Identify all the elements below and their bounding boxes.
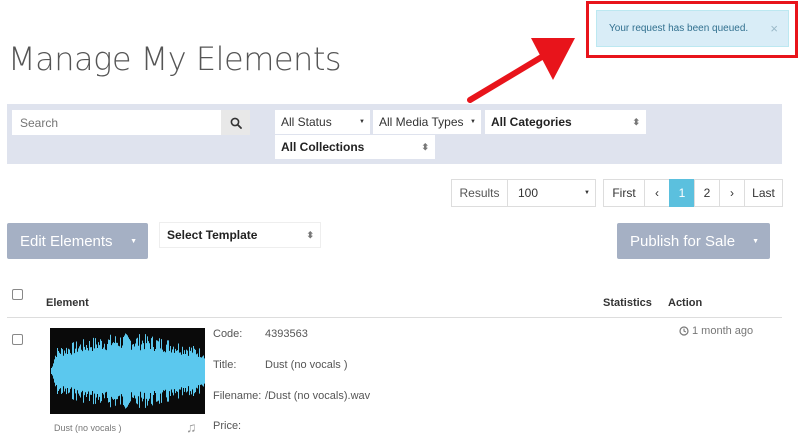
chevron-updown-icon: ⬍ bbox=[632, 116, 640, 127]
results-label: Results bbox=[452, 180, 508, 206]
filter-bar: All Status ▼ All Media Types ▼ All Categ… bbox=[7, 104, 782, 164]
edit-elements-button[interactable]: Edit Elements ▼ bbox=[7, 223, 148, 259]
timestamp-text: 1 month ago bbox=[692, 325, 754, 337]
edit-elements-label: Edit Elements bbox=[20, 232, 113, 250]
search-input[interactable] bbox=[12, 110, 222, 135]
chevron-updown-icon: ⬍ bbox=[421, 141, 429, 152]
search-icon bbox=[230, 117, 242, 129]
caret-down-icon: ▼ bbox=[584, 190, 590, 196]
results-select[interactable]: 100 ▼ bbox=[508, 180, 595, 206]
chevron-updown-icon: ⬍ bbox=[306, 229, 314, 240]
template-select[interactable]: Select Template ⬍ bbox=[160, 223, 320, 247]
clock-icon bbox=[679, 326, 689, 336]
media-types-select-value: All Media Types bbox=[379, 115, 464, 129]
caret-down-icon: ▼ bbox=[130, 237, 137, 245]
page-next[interactable]: › bbox=[719, 179, 745, 207]
publish-label: Publish for Sale bbox=[630, 232, 736, 250]
media-types-select[interactable]: All Media Types ▼ bbox=[373, 110, 481, 134]
status-select-value: All Status bbox=[281, 115, 332, 129]
page-title: Manage My Elements bbox=[8, 40, 342, 78]
column-header-action: Action bbox=[668, 297, 703, 309]
page-prev[interactable]: ‹ bbox=[644, 179, 670, 207]
waveform-thumbnail[interactable] bbox=[50, 328, 205, 414]
page-1[interactable]: 1 bbox=[669, 179, 695, 207]
results-per-page: Results 100 ▼ bbox=[451, 179, 596, 207]
price-label: Price: bbox=[213, 420, 242, 432]
row-timestamp: 1 month ago bbox=[679, 325, 753, 337]
template-select-value: Select Template bbox=[167, 228, 258, 242]
select-all-checkbox[interactable] bbox=[12, 289, 23, 300]
search-button[interactable] bbox=[221, 110, 250, 135]
music-note-icon: ♫ bbox=[186, 419, 197, 435]
code-value: 4393563 bbox=[265, 328, 308, 340]
caret-down-icon: ▼ bbox=[752, 237, 759, 245]
close-icon[interactable]: × bbox=[770, 21, 778, 36]
toast-highlight-box: Your request has been queued. × bbox=[586, 1, 798, 58]
page-first[interactable]: First bbox=[603, 179, 645, 207]
filename-value: /Dust (no vocals).wav bbox=[265, 390, 371, 402]
row-checkbox[interactable] bbox=[12, 334, 23, 345]
column-header-element: Element bbox=[46, 297, 89, 309]
thumbnail-caption: Dust (no vocals ) bbox=[54, 423, 122, 433]
collections-select[interactable]: All Collections ⬍ bbox=[275, 135, 435, 159]
table-divider bbox=[7, 317, 782, 318]
caret-down-icon: ▼ bbox=[470, 119, 476, 125]
title-value: Dust (no vocals ) bbox=[265, 359, 348, 371]
column-header-statistics: Statistics bbox=[603, 297, 652, 309]
filename-label: Filename: bbox=[213, 390, 262, 402]
toast-message: Your request has been queued. bbox=[609, 23, 749, 34]
pagination: First ‹ 1 2 › Last bbox=[603, 179, 783, 207]
results-select-value: 100 bbox=[518, 186, 539, 200]
categories-select[interactable]: All Categories ⬍ bbox=[485, 110, 646, 134]
caret-down-icon: ▼ bbox=[359, 119, 365, 125]
title-label: Title: bbox=[213, 359, 237, 371]
code-label: Code: bbox=[213, 328, 243, 340]
page-2[interactable]: 2 bbox=[694, 179, 720, 207]
status-select[interactable]: All Status ▼ bbox=[275, 110, 370, 134]
toast-notification: Your request has been queued. × bbox=[596, 10, 789, 47]
categories-select-value: All Categories bbox=[491, 115, 572, 129]
publish-for-sale-button[interactable]: Publish for Sale ▼ bbox=[617, 223, 770, 259]
collections-select-value: All Collections bbox=[281, 140, 365, 154]
page-last[interactable]: Last bbox=[744, 179, 783, 207]
